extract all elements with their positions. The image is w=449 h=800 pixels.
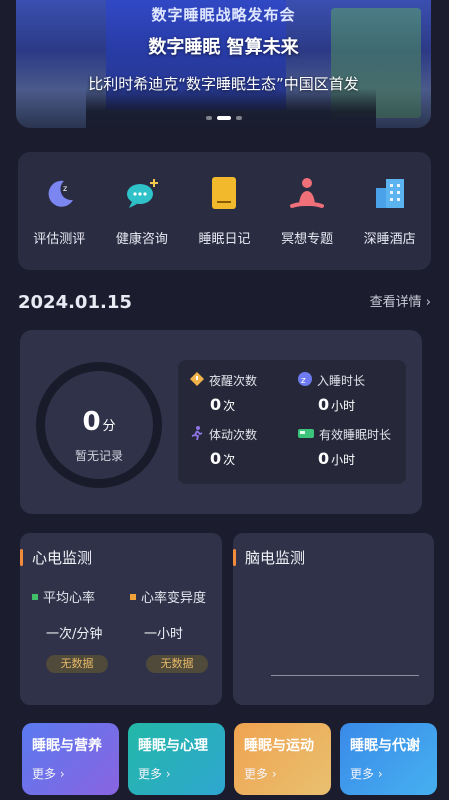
quick-action-consult[interactable]: 健康咨询	[104, 174, 180, 247]
stat-label: 有效睡眠时长	[319, 428, 392, 442]
tile-more-link[interactable]: 更多 ›	[350, 765, 427, 782]
stat-night-wakes: 夜醒次数 0次	[190, 372, 302, 414]
stat-value: 0	[318, 395, 330, 414]
sleep-score-ring: 0分 暂无记录	[36, 362, 162, 488]
quick-action-diary[interactable]: 睡眠日记	[186, 174, 262, 247]
stat-fall-asleep-time: z 入睡时长 0 小时	[298, 372, 410, 414]
topic-tile-exercise[interactable]: 睡眠与运动 更多 ›	[234, 723, 331, 795]
quick-action-meditation[interactable]: 冥想专题	[269, 174, 345, 247]
stat-value: 0	[210, 449, 222, 468]
pagination-dot-active[interactable]	[216, 116, 231, 120]
moon-icon: z	[40, 174, 78, 212]
tile-more-link[interactable]: 更多 ›	[244, 765, 321, 782]
tile-title: 睡眠与营养	[32, 738, 102, 754]
ecg-title: 心电监测	[32, 549, 93, 567]
topic-tile-nutrition[interactable]: 睡眠与营养 更多 ›	[22, 723, 119, 795]
stat-unit: 次	[223, 399, 236, 413]
sleep-score-caption: 暂无记录	[74, 449, 123, 463]
metric-value: 一次/分钟	[46, 627, 103, 642]
stat-unit: 次	[223, 453, 236, 467]
diary-icon	[205, 174, 243, 212]
stat-label: 夜醒次数	[209, 374, 258, 388]
no-data-badge: 无数据	[146, 655, 208, 673]
quick-action-label: 深睡酒店	[363, 232, 416, 247]
quick-action-hotel[interactable]: 深睡酒店	[352, 174, 428, 247]
metric-label: 心率变异度	[141, 591, 207, 606]
quick-action-assessment[interactable]: z 评估测评	[21, 174, 97, 247]
quick-action-label: 健康咨询	[115, 232, 168, 247]
tile-title: 睡眠与运动	[244, 738, 314, 754]
eeg-title: 脑电监测	[245, 549, 306, 567]
hotel-icon	[371, 174, 409, 212]
stat-body-movements: 体动次数 0次	[190, 426, 302, 468]
pagination-dot[interactable]	[205, 116, 212, 120]
banner-headline: 数字睡眠 智算未来	[148, 37, 299, 58]
view-details-link[interactable]: 查看详情 ›	[370, 291, 431, 310]
sleep-summary-card[interactable]: 0分 暂无记录 夜醒次数 0次 z 入睡时长 0 小时 体动次数 0次 有效睡眠时长…	[20, 330, 422, 514]
quick-action-label: 冥想专题	[281, 232, 334, 247]
banner-pagination	[16, 116, 431, 120]
tile-title: 睡眠与心理	[138, 738, 208, 754]
topic-tile-psychology[interactable]: 睡眠与心理 更多 ›	[128, 723, 225, 795]
running-icon	[190, 426, 204, 443]
stat-value: 0	[210, 395, 222, 414]
green-square-icon	[32, 593, 38, 600]
eeg-baseline	[271, 675, 419, 676]
section-accent-bar	[233, 549, 236, 566]
eeg-monitor-card[interactable]: 脑电监测	[233, 533, 434, 705]
svg-text:z: z	[63, 184, 67, 193]
quick-actions-panel: z 评估测评 健康咨询 睡眠日记 冥想专题 深睡酒店	[18, 152, 431, 270]
banner-poster-text: 数字睡眠战略发布会	[151, 6, 296, 24]
tile-title: 睡眠与代谢	[350, 738, 420, 754]
no-data-badge: 无数据	[46, 655, 108, 673]
sleep-moon-icon: z	[298, 372, 312, 389]
sleep-score-unit: 分	[102, 419, 116, 434]
tile-more-link[interactable]: 更多 ›	[138, 765, 215, 782]
metric-label: 平均心率	[43, 591, 96, 606]
stat-unit: 小时	[331, 399, 356, 413]
promo-banner[interactable]: 数字睡眠战略发布会 数字睡眠 智算未来 比利时希迪克“数字睡眠生态”中国区首发	[16, 0, 431, 128]
tile-more-link[interactable]: 更多 ›	[32, 765, 109, 782]
chat-icon	[123, 174, 161, 212]
ecg-monitor-card[interactable]: 心电监测 平均心率 心率变异度 一次/分钟 一小时 无数据 无数据	[20, 533, 222, 705]
svg-text:z: z	[301, 376, 306, 386]
section-accent-bar	[20, 549, 23, 566]
sleep-score: 0分	[45, 407, 153, 437]
sleep-score-value: 0	[82, 407, 101, 437]
sleep-stats-panel: 夜醒次数 0次 z 入睡时长 0 小时 体动次数 0次 有效睡眠时长 0 小时	[178, 360, 406, 484]
stat-label: 入睡时长	[317, 374, 366, 388]
stat-effective-sleep: 有效睡眠时长 0 小时	[298, 426, 410, 468]
bed-icon	[298, 426, 314, 443]
metric-avg-heart-rate: 平均心率	[32, 587, 95, 606]
meditation-icon	[288, 174, 326, 212]
quick-action-label: 睡眠日记	[198, 232, 251, 247]
banner-subline: 比利时希迪克“数字睡眠生态”中国区首发	[88, 75, 359, 93]
banner-photo-shade	[86, 88, 376, 128]
stat-unit: 小时	[331, 453, 356, 467]
diamond-icon	[190, 372, 204, 389]
report-date: 2024.01.15	[18, 292, 132, 313]
orange-square-icon	[130, 593, 136, 600]
quick-action-label: 评估测评	[33, 232, 86, 247]
metric-value: 一小时	[144, 627, 184, 642]
stat-label: 体动次数	[209, 428, 258, 442]
topic-tile-metabolism[interactable]: 睡眠与代谢 更多 ›	[340, 723, 437, 795]
pagination-dot[interactable]	[235, 116, 242, 120]
stat-value: 0	[318, 449, 330, 468]
metric-hrv: 心率变异度	[130, 587, 206, 606]
